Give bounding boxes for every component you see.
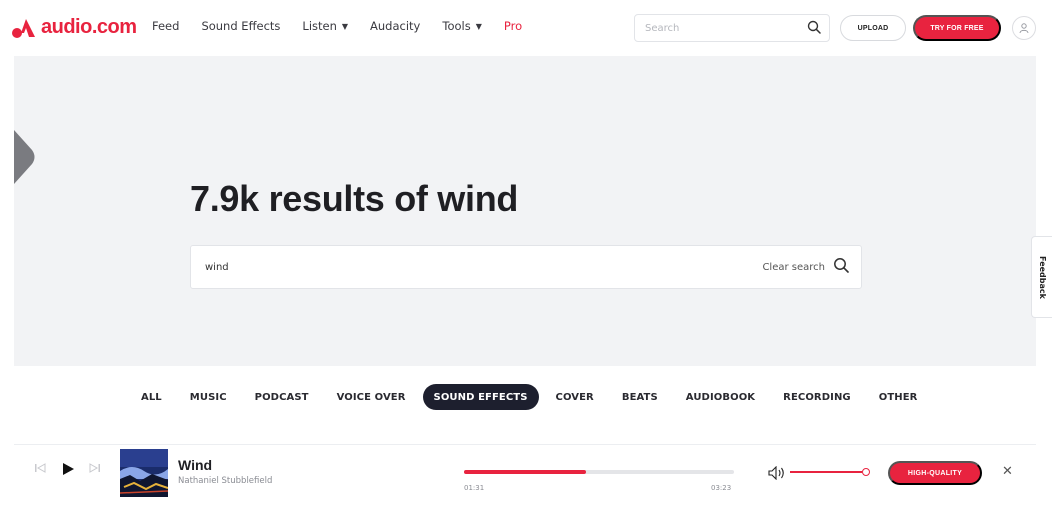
nav-label: Listen [302, 19, 337, 33]
chevron-down-icon: ▼ [341, 21, 349, 31]
filter-cover[interactable]: COVER [545, 384, 605, 410]
nav-label: Pro [503, 19, 523, 33]
logo-icon [12, 17, 36, 39]
nav-sound-effects[interactable]: Sound Effects [201, 19, 280, 33]
results-title: 7.9k results of wind [190, 178, 519, 219]
nav-label: Sound Effects [201, 19, 281, 33]
close-icon[interactable]: ✕ [1002, 464, 1013, 479]
feedback-tab[interactable]: Feedback [1031, 236, 1052, 318]
current-time: 01:31 [464, 484, 485, 492]
search-icon[interactable] [833, 257, 849, 277]
header-search [634, 14, 830, 42]
chevron-down-icon: ▼ [475, 21, 482, 31]
user-avatar[interactable] [1012, 16, 1036, 40]
next-icon[interactable] [89, 462, 101, 477]
high-quality-button[interactable]: HIGH-QUALITY [888, 461, 982, 485]
main-search-bar: Clear search [190, 245, 862, 289]
nav-feed[interactable]: Feed [152, 19, 179, 33]
filter-sound-effects[interactable]: SOUND EFFECTS [422, 384, 539, 410]
nav-pro[interactable]: Pro [504, 19, 522, 33]
nav-listen[interactable]: Listen ▼ [302, 19, 348, 33]
filter-all[interactable]: ALL [130, 384, 173, 410]
side-collapse-tab[interactable] [14, 130, 38, 184]
nav-audacity[interactable]: Audacity [370, 19, 420, 33]
try-for-free-button[interactable]: TRY FOR FREE [913, 15, 1001, 41]
filter-audiobook[interactable]: AUDIOBOOK [675, 384, 766, 410]
upload-button[interactable]: UPLOAD [840, 15, 906, 41]
nav-label: Feed [152, 19, 180, 33]
logo-text: audio.com [41, 16, 137, 38]
category-filters: ALL MUSIC PODCAST VOICE OVER SOUND EFFEC… [130, 384, 928, 410]
duration: 03:23 [711, 484, 732, 492]
previous-icon[interactable] [34, 462, 46, 477]
nav-label: Audacity [370, 19, 421, 33]
user-icon [1019, 23, 1029, 34]
filter-voice-over[interactable]: VOICE OVER [326, 384, 417, 410]
search-icon[interactable] [807, 19, 821, 38]
nav-label: Tools [442, 19, 471, 33]
header-search-input[interactable] [645, 22, 807, 34]
filter-beats[interactable]: BEATS [611, 384, 669, 410]
filter-music[interactable]: MUSIC [179, 384, 238, 410]
main-nav: Feed Sound Effects Listen ▼ Audacity Tool… [152, 19, 522, 33]
feedback-label: Feedback [1037, 255, 1047, 299]
playback-progress-bar[interactable] [464, 470, 734, 474]
progress-fill [464, 470, 586, 474]
nav-tools[interactable]: Tools ▼ [442, 19, 482, 33]
top-header: audio.com Feed Sound Effects Listen ▼ Aud… [0, 0, 1052, 56]
filter-podcast[interactable]: PODCAST [244, 384, 320, 410]
volume-handle[interactable] [862, 468, 870, 476]
play-icon[interactable] [61, 462, 75, 479]
clear-search-link[interactable]: Clear search [762, 262, 825, 273]
main-search-input[interactable] [205, 261, 763, 273]
logo[interactable]: audio.com [12, 16, 137, 39]
volume-icon[interactable] [768, 465, 786, 484]
volume-fill [790, 471, 863, 473]
filter-recording[interactable]: RECORDING [772, 384, 862, 410]
track-artist[interactable]: Nathaniel Stubblefield [178, 476, 272, 486]
track-title[interactable]: Wind [178, 457, 212, 473]
volume-slider[interactable] [790, 471, 866, 473]
search-hero [14, 56, 1036, 366]
filter-other[interactable]: OTHER [868, 384, 929, 410]
track-cover-art [120, 449, 168, 497]
